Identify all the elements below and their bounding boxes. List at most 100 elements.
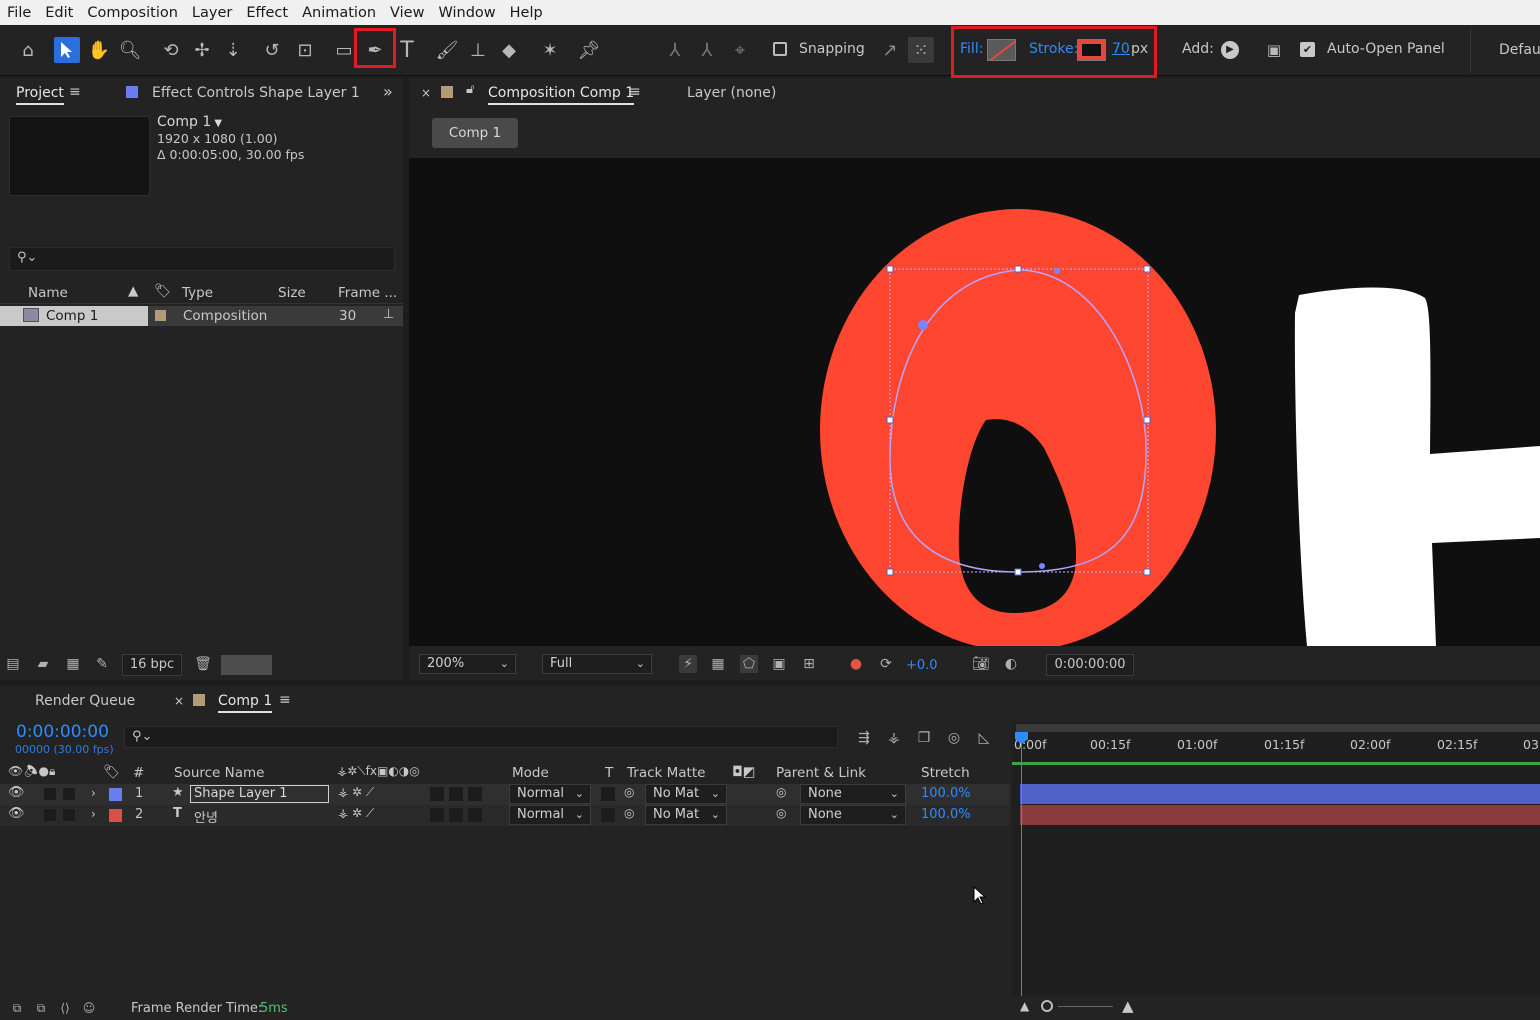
parent-dropdown[interactable]: None ⌄ bbox=[800, 784, 906, 804]
pan-camera-icon[interactable]: ✢ bbox=[189, 37, 215, 63]
hand-tool-icon[interactable]: ✋ bbox=[86, 37, 112, 63]
mode-dropdown[interactable]: Normal ⌄ bbox=[509, 784, 591, 804]
viewer-timecode[interactable]: 0:00:00:00 bbox=[1046, 654, 1134, 676]
col-t[interactable]: T bbox=[605, 765, 613, 781]
project-color-swatch[interactable] bbox=[221, 655, 272, 675]
menu-edit[interactable]: Edit bbox=[38, 5, 80, 21]
anchor-point-tool-icon[interactable]: ⊡ bbox=[292, 37, 318, 63]
layer-switches[interactable]: ⚶ ✲ ⟋ bbox=[338, 785, 374, 800]
sort-ascending-icon[interactable]: ▲ bbox=[128, 283, 138, 299]
snapping-checkbox[interactable] bbox=[773, 42, 787, 56]
menu-composition[interactable]: Composition bbox=[80, 5, 185, 21]
project-item-row[interactable]: Comp 1 Composition 30 ⊥ bbox=[0, 306, 403, 326]
dolly-camera-icon[interactable]: ⇣ bbox=[220, 37, 246, 63]
stroke-width-value[interactable]: 70 bbox=[1112, 41, 1130, 57]
col-type[interactable]: Type bbox=[182, 285, 213, 301]
col-mode[interactable]: Mode bbox=[512, 765, 549, 781]
col-parent[interactable]: Parent & Link bbox=[776, 765, 866, 781]
menu-help[interactable]: Help bbox=[503, 5, 550, 21]
transparency-grid-icon[interactable]: ▦ bbox=[709, 655, 727, 673]
expand-chevron-icon[interactable]: › bbox=[91, 786, 96, 800]
track-matte-dropdown[interactable]: No Mat ⌄ bbox=[645, 805, 727, 825]
new-comp-icon[interactable]: ▦ bbox=[64, 655, 82, 673]
preserve-transparency-checkbox[interactable] bbox=[601, 808, 615, 822]
matte-pickwhip-icon[interactable]: ◎ bbox=[624, 806, 634, 820]
av-features-icon[interactable]: 👁︎🔈︎●🔒︎ bbox=[8, 764, 55, 779]
parent-pickwhip-icon[interactable]: ◎ bbox=[776, 806, 786, 820]
show-snapshot-icon[interactable]: ◐ bbox=[1002, 655, 1020, 673]
orbit-camera-icon[interactable]: ⟲ bbox=[158, 37, 184, 63]
add-play-icon[interactable]: ▶ bbox=[1221, 41, 1239, 59]
puppet-pin-tool-icon[interactable]: 📌︎ bbox=[576, 37, 602, 63]
stretch-value[interactable]: 100.0% bbox=[921, 807, 971, 822]
timeline-search-input[interactable]: ⚲⌄ bbox=[124, 726, 838, 748]
graph-editor-icon[interactable]: ◺ bbox=[975, 729, 993, 747]
col-name[interactable]: Name bbox=[28, 285, 68, 301]
matte-pickwhip-icon[interactable]: ◎ bbox=[624, 785, 634, 799]
parent-dropdown[interactable]: None ⌄ bbox=[800, 805, 906, 825]
render-time-toggle-icon[interactable]: ☺ bbox=[80, 999, 98, 1017]
layer-row-1[interactable]: 👁︎ › 1 ★ Shape Layer 1 ⚶ ✲ ⟋ Normal ⌄ ◎ N… bbox=[0, 784, 1010, 805]
rotate-tool-icon[interactable]: ↺ bbox=[259, 37, 285, 63]
view-axis-icon[interactable]: ⌖ bbox=[727, 37, 753, 63]
world-axis-icon[interactable]: ⅄ bbox=[694, 37, 720, 63]
menu-animation[interactable]: Animation bbox=[295, 5, 383, 21]
current-time[interactable]: 0:00:00:00 bbox=[16, 722, 109, 742]
comp-menu-icon[interactable]: ≡ bbox=[629, 84, 641, 100]
menu-layer[interactable]: Layer bbox=[185, 5, 239, 21]
menu-view[interactable]: View bbox=[383, 5, 431, 21]
timeline-menu-icon[interactable]: ≡ bbox=[279, 692, 291, 708]
mode-dropdown[interactable]: Normal ⌄ bbox=[509, 805, 591, 825]
switches-icons[interactable]: ⚶✲⟍fx▣◐◑◎ bbox=[337, 764, 420, 779]
interpret-footage-icon[interactable]: ▤ bbox=[4, 655, 22, 673]
close-comp-tab-icon[interactable]: × bbox=[174, 694, 184, 708]
project-menu-icon[interactable]: ≡ bbox=[69, 84, 81, 100]
zoom-slider-track[interactable] bbox=[1058, 1006, 1113, 1007]
snap-options-icon[interactable]: ↗ bbox=[877, 37, 903, 63]
timeline-graph[interactable]: 0:00f 00:15f 01:00f 01:15f 02:00f 02:15f… bbox=[1012, 722, 1540, 996]
playhead[interactable] bbox=[1021, 732, 1022, 996]
layer-name-input[interactable]: Shape Layer 1 bbox=[190, 785, 329, 803]
bpc-button[interactable]: 16 bpc bbox=[122, 654, 182, 676]
eraser-tool-icon[interactable]: ◆ bbox=[496, 37, 522, 63]
layer-switches[interactable]: ⚶ ✲ ⟋ bbox=[338, 806, 374, 821]
resolution-dropdown[interactable]: Full ⌄ bbox=[542, 654, 652, 674]
workspace-label[interactable]: Default bbox=[1499, 42, 1540, 58]
clone-stamp-tool-icon[interactable]: ⊥ bbox=[465, 37, 491, 63]
grid-guides-icon[interactable]: ⊞ bbox=[800, 655, 818, 673]
comp-breadcrumb[interactable]: Comp 1 bbox=[432, 118, 518, 148]
tab-timeline-comp[interactable]: Comp 1 bbox=[218, 693, 273, 713]
selection-tool-icon[interactable] bbox=[54, 37, 80, 63]
layer-label-chip[interactable] bbox=[109, 788, 122, 801]
zoom-dropdown[interactable]: 200% ⌄ bbox=[419, 654, 516, 674]
reset-exposure-icon[interactable]: ⟳ bbox=[877, 655, 895, 673]
tab-composition[interactable]: Composition Comp 1 bbox=[488, 85, 635, 105]
expand-chevron-icon[interactable]: › bbox=[91, 807, 96, 821]
comp-mini-flowchart-icon[interactable]: ⇶ bbox=[855, 729, 873, 747]
work-area-bar[interactable] bbox=[1016, 724, 1540, 732]
col-track-matte[interactable]: Track Matte bbox=[627, 765, 705, 781]
stroke-swatch[interactable] bbox=[1077, 39, 1106, 61]
fill-label[interactable]: Fill: bbox=[960, 41, 983, 57]
layer-1-duration-bar[interactable] bbox=[1020, 784, 1540, 804]
brush-tool-icon[interactable]: 🖌︎ bbox=[434, 37, 460, 63]
tab-project[interactable]: Project bbox=[16, 85, 64, 105]
col-frame[interactable]: Frame ... bbox=[338, 285, 397, 301]
close-tab-icon[interactable]: × bbox=[421, 86, 431, 100]
new-folder-icon[interactable]: ▰ bbox=[34, 655, 52, 673]
in-out-toggle-icon[interactable]: ⟨⟩ bbox=[56, 999, 74, 1017]
roto-brush-tool-icon[interactable]: ✶ bbox=[537, 37, 563, 63]
zoom-slider-handle[interactable] bbox=[1041, 1000, 1053, 1012]
label-col-icon[interactable]: 🏷︎ bbox=[103, 764, 120, 780]
adjust-icon[interactable]: ✎ bbox=[93, 655, 111, 673]
zoom-out-icon[interactable]: ▲ bbox=[1020, 999, 1029, 1013]
flowchart-icon[interactable]: ⊥ bbox=[383, 307, 394, 322]
parent-pickwhip-icon[interactable]: ◎ bbox=[776, 785, 786, 799]
menu-window[interactable]: Window bbox=[431, 5, 502, 21]
track-matte-dropdown[interactable]: No Mat ⌄ bbox=[645, 784, 727, 804]
channels-icon[interactable]: ● bbox=[847, 655, 865, 673]
project-search-input[interactable]: ⚲⌄ bbox=[9, 247, 395, 271]
auto-open-checkbox[interactable]: ✔ bbox=[1300, 42, 1315, 57]
col-size[interactable]: Size bbox=[278, 285, 306, 301]
panel-overflow-icon[interactable]: » bbox=[383, 82, 393, 101]
